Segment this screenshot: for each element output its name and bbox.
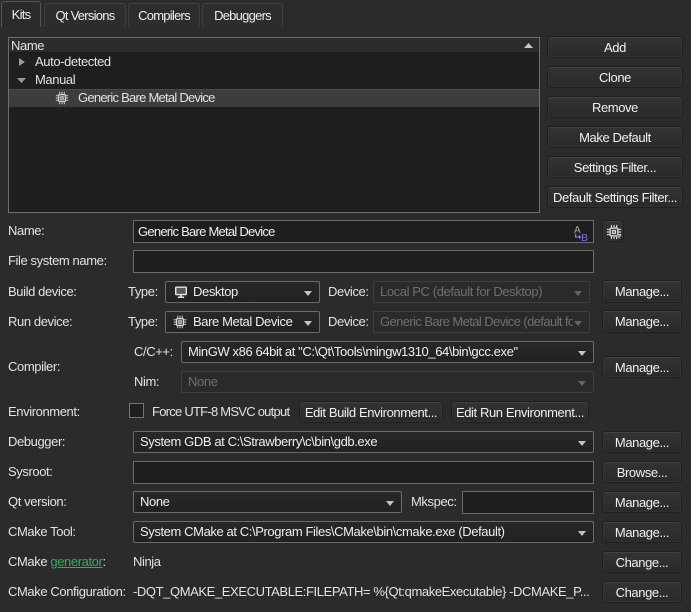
svg-text:B: B [581,233,588,242]
